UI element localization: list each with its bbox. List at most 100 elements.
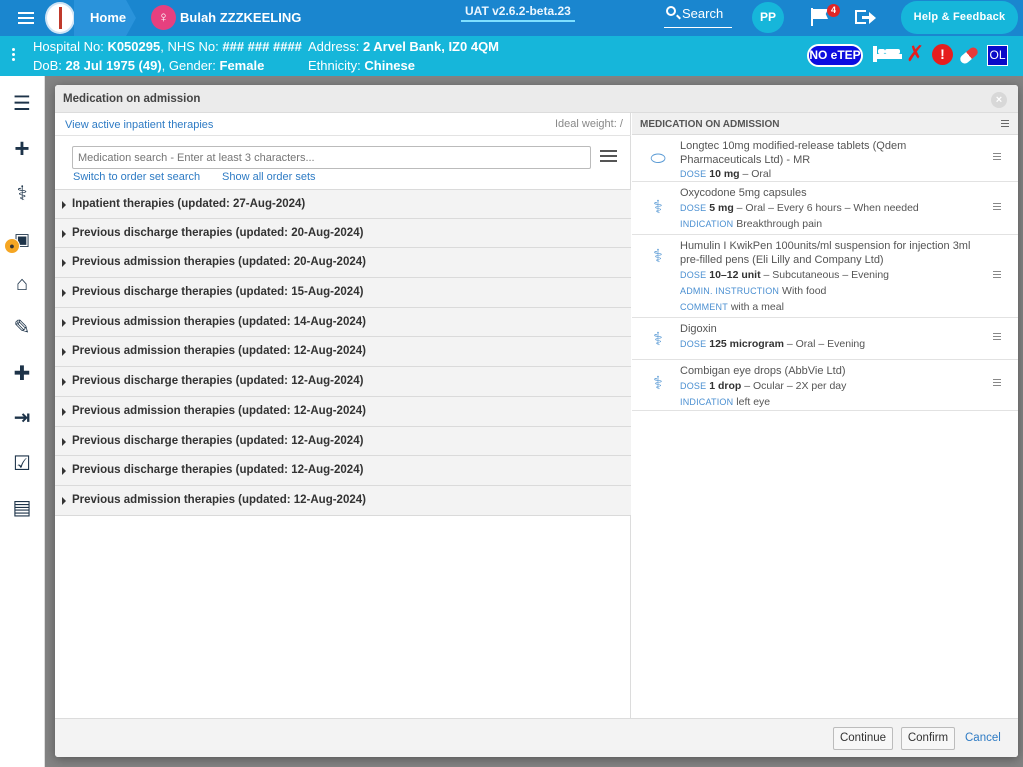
medication-name: Humulin I KwikPen 100units/ml suspension… (680, 240, 971, 266)
help-feedback-button[interactable]: Help & Feedback (901, 1, 1018, 34)
comment-key: COMMENT (680, 302, 728, 312)
list-icon[interactable]: ☰ (10, 93, 34, 115)
user-avatar[interactable]: PP (752, 2, 784, 33)
alert-icon[interactable]: ! (932, 44, 953, 65)
plus-icon[interactable]: + (10, 135, 34, 161)
indication-value: Breakthrough pain (736, 218, 823, 230)
ol-badge[interactable]: OL (987, 45, 1008, 66)
medication-indication-line: INDICATION left eye (680, 396, 770, 408)
dob: 28 Jul 1975 (49) (65, 58, 162, 73)
bed-icon[interactable] (873, 46, 902, 62)
home-icon[interactable]: ⌂ (10, 273, 34, 295)
expand-arrow-icon (62, 467, 66, 476)
list-menu-icon[interactable] (1001, 120, 1009, 128)
hospital-no: K050295 (107, 39, 161, 54)
expand-arrow-icon (62, 348, 66, 357)
dose-key: DOSE (680, 381, 707, 391)
medication-item[interactable]: ⬭ Longtec 10mg modified-release tablets … (632, 136, 1018, 182)
patient-menu-icon[interactable] (12, 48, 16, 64)
therapy-group-label: Inpatient therapies (updated: 27-Aug-202… (72, 198, 306, 210)
building-icon[interactable]: ▤ (10, 497, 34, 519)
hospital-no-label: Hospital No: (33, 39, 104, 54)
therapy-group-label: Previous admission therapies (updated: 1… (72, 315, 366, 328)
medication-item[interactable]: ⚕ Digoxin DOSE 125 microgram – Oral – Ev… (632, 319, 1018, 360)
top-navigation-bar: Home ♀ Bulah ZZZKEELING UAT v2.6.2-beta.… (0, 0, 1023, 36)
dose-key: DOSE (680, 203, 707, 213)
therapy-group-label: Previous admission therapies (updated: 2… (72, 256, 366, 269)
cross-icon[interactable]: ✗ (906, 43, 924, 65)
capsule-icon: ⬭ (650, 148, 666, 168)
caduceus-icon: ⚕ (653, 197, 663, 217)
therapy-group-row[interactable]: Previous discharge therapies (updated: 1… (55, 278, 631, 308)
home-breadcrumb-label[interactable]: Home (90, 10, 126, 25)
dose-route: – Subcutaneous – Evening (760, 269, 890, 281)
view-active-therapies-link[interactable]: View active inpatient therapies (65, 119, 213, 131)
therapy-group-row[interactable]: Previous admission therapies (updated: 1… (55, 485, 631, 516)
therapy-group-label: Previous discharge therapies (updated: 1… (72, 375, 364, 388)
therapy-group-row[interactable]: Previous discharge therapies (updated: 1… (55, 456, 631, 486)
dose-route: – Oral – Evening (783, 338, 866, 350)
edit-document-icon[interactable]: ✎ (10, 317, 34, 339)
continue-button[interactable]: Continue (833, 727, 893, 750)
app-logo (45, 2, 75, 34)
drag-handle-icon[interactable] (993, 379, 1001, 387)
stethoscope-icon[interactable]: ⚕ (10, 183, 34, 205)
drag-handle-icon[interactable] (993, 271, 1001, 279)
medication-item[interactable]: ⚕ Humulin I KwikPen 100units/ml suspensi… (632, 236, 1018, 318)
expand-arrow-icon (62, 378, 66, 387)
expand-arrow-icon (62, 496, 66, 505)
dose-route: – Ocular – 2X per day (741, 380, 847, 392)
confirm-button[interactable]: Confirm (901, 727, 955, 750)
expand-arrow-icon (62, 318, 66, 327)
medication-name: Combigan eye drops (AbbVie Ltd) (680, 365, 846, 377)
therapy-group-row[interactable]: Previous discharge therapies (updated: 1… (55, 367, 631, 397)
medication-dose-line: DOSE 5 mg – Oral – Every 6 hours – When … (680, 202, 919, 214)
search-button[interactable]: Search (664, 2, 732, 28)
cancel-link[interactable]: Cancel (965, 732, 1001, 744)
dose-key: DOSE (680, 270, 707, 280)
medication-list-title: MEDICATION ON ADMISSION (640, 119, 780, 130)
dob-label: DoB: (33, 58, 62, 73)
indication-key: INDICATION (680, 219, 734, 229)
medication-search-input[interactable] (72, 146, 591, 169)
therapy-group-row[interactable]: Previous discharge therapies (updated: 2… (55, 218, 631, 249)
hamburger-menu-icon[interactable] (12, 9, 46, 27)
search-label: Search (682, 6, 724, 21)
address-line: Address: 2 Arvel Bank, IZ0 4QM (308, 39, 499, 54)
therapy-group-row[interactable]: Inpatient therapies (updated: 27-Aug-202… (55, 189, 631, 219)
drag-handle-icon[interactable] (993, 333, 1001, 341)
medication-admin-line: ADMIN. INSTRUCTION With food (680, 285, 826, 297)
caduceus-icon: ⚕ (653, 373, 663, 393)
therapy-group-row[interactable]: Previous admission therapies (updated: 1… (55, 307, 631, 338)
address-label: Address: (308, 39, 360, 54)
medical-bag-icon[interactable]: ✚ (10, 363, 34, 385)
medication-item[interactable]: ⚕ Combigan eye drops (AbbVie Ltd) DOSE 1… (632, 361, 1018, 411)
close-icon[interactable]: × (991, 92, 1007, 108)
switch-order-set-link[interactable]: Switch to order set search (73, 171, 200, 183)
show-order-sets-link[interactable]: Show all order sets (222, 171, 316, 183)
gender-label: Gender: (168, 58, 216, 73)
logout-icon[interactable] (855, 8, 877, 28)
ethnicity-label: Ethnicity: (308, 58, 361, 73)
therapy-group-row[interactable]: Previous admission therapies (updated: 1… (55, 337, 631, 368)
medication-item[interactable]: ⚕ Oxycodone 5mg capsules DOSE 5 mg – Ora… (632, 183, 1018, 235)
search-options-icon[interactable] (600, 150, 617, 164)
discharge-icon[interactable]: ⇥ (10, 407, 34, 429)
therapy-group-row[interactable]: Previous admission therapies (updated: 2… (55, 248, 631, 279)
patient-name[interactable]: Bulah ZZZKEELING (180, 10, 301, 25)
pill-icon[interactable] (958, 45, 980, 66)
dose-value: 5 mg (709, 202, 734, 214)
version-label: UAT v2.6.2-beta.23 (461, 4, 575, 22)
dialog-footer: Continue Confirm Cancel (55, 718, 1018, 757)
therapy-group-row[interactable]: Previous admission therapies (updated: 1… (55, 396, 631, 427)
caduceus-icon: ⚕ (653, 329, 663, 349)
expand-arrow-icon (62, 437, 66, 446)
expand-arrow-icon (62, 201, 66, 209)
checklist-icon[interactable]: ☑ (10, 453, 34, 475)
admin-key: ADMIN. INSTRUCTION (680, 286, 780, 296)
drag-handle-icon[interactable] (993, 203, 1001, 211)
drag-handle-icon[interactable] (993, 153, 1001, 161)
therapy-group-row[interactable]: Previous discharge therapies (updated: 1… (55, 426, 631, 457)
medication-dose-line: DOSE 10–12 unit – Subcutaneous – Evening (680, 269, 889, 281)
no-etep-badge[interactable]: NO eTEP (807, 44, 863, 67)
